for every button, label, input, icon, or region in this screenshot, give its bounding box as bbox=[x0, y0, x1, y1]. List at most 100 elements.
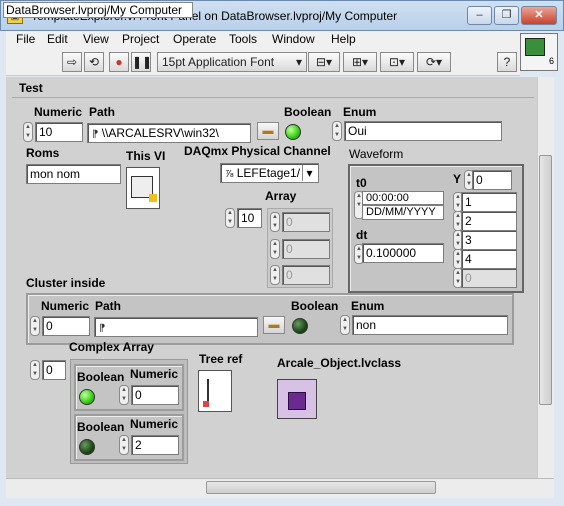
path-value: \\ARCALESRV\win32\ bbox=[101, 126, 219, 140]
numeric-spinner[interactable]: ▲ ▼ bbox=[23, 122, 33, 142]
tree-reference-icon[interactable] bbox=[198, 370, 232, 412]
horizontal-scroll-thumb[interactable] bbox=[206, 481, 436, 494]
t0-time[interactable]: 00:00:00 bbox=[362, 191, 444, 205]
enum-input[interactable]: Oui bbox=[344, 121, 502, 141]
thisvi-label: This VI bbox=[126, 149, 166, 163]
dt-input[interactable]: 0.100000 bbox=[362, 243, 444, 263]
ca1-boolean-label: Boolean bbox=[77, 420, 125, 434]
tree-icon bbox=[207, 379, 225, 405]
folder-icon[interactable]: ▬ bbox=[263, 316, 285, 334]
restore-button[interactable]: ❐ bbox=[494, 6, 519, 25]
help-button[interactable]: ? bbox=[497, 52, 517, 72]
vi-icon-graphic bbox=[525, 38, 545, 56]
y-value-2[interactable]: 3 bbox=[461, 230, 517, 250]
toolbar: ⇨ ⟲ ● ❚❚ 15pt Application Font ▾ ⊟▾ ⊞▾ ⊡… bbox=[6, 49, 520, 76]
menu-tools[interactable]: Tools bbox=[229, 31, 257, 49]
connector-pane-icon[interactable]: 6 bbox=[520, 33, 558, 71]
ca0-numeric-label: Numeric bbox=[130, 367, 179, 381]
t0-label: t0 bbox=[356, 176, 367, 190]
ci-numeric-spinner[interactable]: ▲ ▼ bbox=[30, 316, 40, 336]
ca1-boolean-led[interactable] bbox=[79, 439, 95, 455]
complex-array-index-spinner[interactable]: ▲ ▼ bbox=[30, 360, 40, 380]
dt-label: dt bbox=[356, 228, 368, 242]
path-input[interactable]: ⁋ \\ARCALESRV\win32\ bbox=[87, 123, 251, 143]
y-value-0[interactable]: 1 bbox=[461, 192, 517, 212]
vi-reference-icon[interactable] bbox=[126, 167, 160, 209]
y-value-4: 0 bbox=[461, 268, 517, 288]
channel-icon: ⅞ bbox=[225, 169, 234, 180]
vertical-scroll-thumb[interactable] bbox=[539, 155, 552, 405]
connector-number: 6 bbox=[549, 56, 555, 66]
ci-numeric-input[interactable]: 0 bbox=[42, 316, 90, 336]
y-label: Y bbox=[453, 172, 462, 186]
path-label: Path bbox=[89, 105, 116, 119]
menu-operate[interactable]: Operate bbox=[173, 31, 216, 49]
ci-numeric-label: Numeric bbox=[41, 299, 90, 313]
path-icon: ⁋ bbox=[92, 129, 99, 140]
path-icon: ⁋ bbox=[99, 323, 106, 334]
t0-date[interactable]: DD/MM/YYYY bbox=[362, 205, 444, 220]
numeric-input[interactable]: 10 bbox=[35, 122, 83, 142]
resize-objects-icon[interactable]: ⊡▾ bbox=[380, 52, 414, 72]
y-value-1[interactable]: 2 bbox=[461, 211, 517, 231]
boolean-label: Boolean bbox=[284, 105, 332, 119]
run-continuously-icon[interactable]: ⟲ bbox=[84, 52, 104, 72]
boolean-led[interactable] bbox=[285, 124, 301, 140]
ca1-numeric-spinner[interactable]: ▲ ▼ bbox=[119, 435, 129, 455]
enum-label: Enum bbox=[343, 105, 377, 119]
font-select[interactable]: 15pt Application Font ▾ bbox=[157, 52, 307, 72]
array-label: Array bbox=[265, 189, 297, 203]
menu-window[interactable]: Window bbox=[272, 31, 315, 49]
minimize-button[interactable]: – bbox=[467, 6, 492, 25]
roms-label: Roms bbox=[26, 146, 60, 160]
daqmx-value: LEFEtage1/ bbox=[236, 166, 301, 180]
ci-enum-spinner[interactable]: ▲ ▼ bbox=[340, 315, 350, 335]
close-button[interactable]: ✕ bbox=[521, 6, 557, 25]
ca0-boolean-led[interactable] bbox=[79, 389, 95, 405]
ci-path-input[interactable]: ⁋ bbox=[94, 317, 258, 337]
menu-help[interactable]: Help bbox=[331, 31, 356, 49]
class-label: Arcale_Object.lvclass bbox=[277, 356, 402, 370]
class-object-icon[interactable] bbox=[277, 379, 317, 419]
align-objects-icon[interactable]: ⊟▾ bbox=[308, 52, 340, 72]
enum-spinner[interactable]: ▲ ▼ bbox=[332, 121, 342, 141]
ci-boolean-label: Boolean bbox=[291, 299, 339, 313]
tree-ref-label: Tree ref bbox=[199, 352, 243, 366]
page-label-test: Test bbox=[19, 81, 43, 95]
pause-icon[interactable]: ❚❚ bbox=[131, 52, 152, 72]
waveform-label: Waveform bbox=[349, 147, 404, 161]
menu-view[interactable]: View bbox=[83, 31, 109, 49]
menu-edit[interactable]: Edit bbox=[47, 31, 68, 49]
y-index[interactable]: 0 bbox=[472, 170, 512, 190]
array-elem-spinner-0: ▲ ▼ bbox=[270, 212, 280, 232]
abort-icon[interactable]: ● bbox=[109, 52, 129, 72]
chevron-down-icon: ▾ bbox=[302, 165, 316, 181]
ca0-numeric-spinner[interactable]: ▲ ▼ bbox=[119, 385, 129, 405]
tree-marker-icon bbox=[203, 401, 209, 407]
ca0-numeric-input[interactable]: 0 bbox=[131, 385, 179, 405]
distribute-objects-icon[interactable]: ⊞▾ bbox=[343, 52, 377, 72]
menu-project[interactable]: Project bbox=[122, 31, 159, 49]
array-elem-spinner-1: ▲ ▼ bbox=[270, 239, 280, 259]
ci-enum-input[interactable]: non bbox=[352, 315, 508, 335]
chevron-down-icon: ▾ bbox=[295, 55, 302, 69]
menu-bar: File Edit View Project Operate Tools Win… bbox=[6, 31, 520, 49]
run-arrow-icon[interactable]: ⇨ bbox=[62, 52, 82, 72]
folder-icon[interactable]: ▬ bbox=[257, 122, 279, 140]
roms-input[interactable]: mon nom bbox=[26, 164, 121, 184]
menu-file[interactable]: File bbox=[16, 31, 35, 49]
project-context: DataBrowser.lvproj/My Computer bbox=[3, 2, 193, 18]
reorder-icon[interactable]: ⟳▾ bbox=[417, 52, 451, 72]
y-value-3[interactable]: 4 bbox=[461, 249, 517, 269]
ci-boolean-led[interactable] bbox=[292, 318, 308, 334]
array-element-2: 0 bbox=[282, 265, 330, 285]
array-index[interactable]: 10 bbox=[237, 208, 262, 228]
array-index-spinner[interactable]: ▲ ▼ bbox=[225, 208, 235, 228]
complex-array-index[interactable]: 0 bbox=[42, 360, 66, 380]
arrow-icon bbox=[149, 194, 157, 202]
ca1-numeric-input[interactable]: 2 bbox=[131, 435, 179, 455]
array-element-0: 0 bbox=[282, 212, 330, 232]
daqmx-label: DAQmx Physical Channel bbox=[184, 144, 331, 158]
cluster-inside-label: Cluster inside bbox=[26, 276, 106, 290]
daqmx-select[interactable]: ⅞ LEFEtage1/ ▾ bbox=[220, 163, 319, 183]
